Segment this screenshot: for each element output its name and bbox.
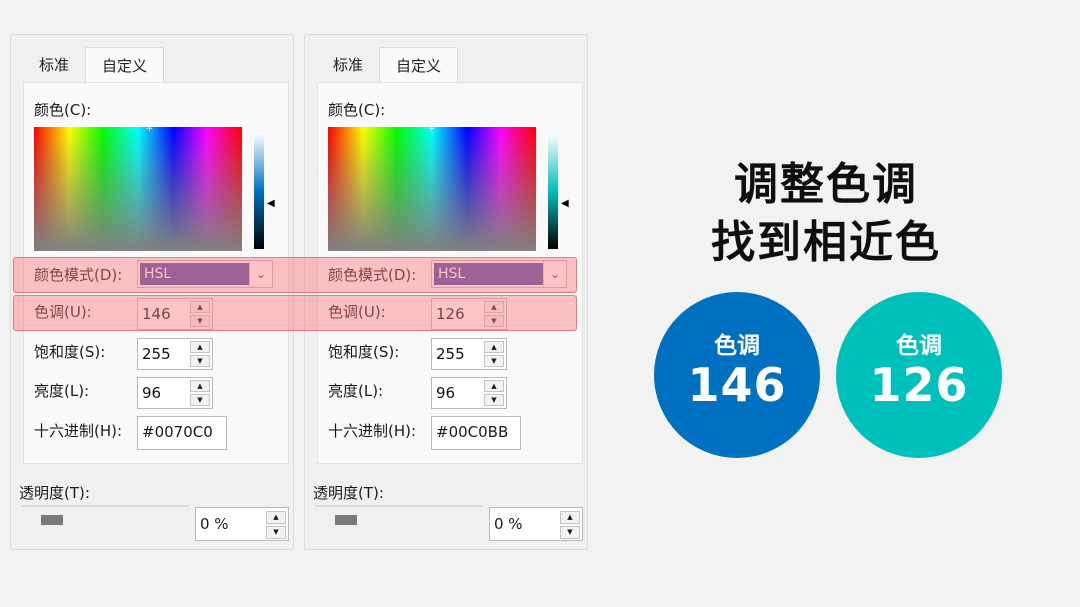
color-spectrum[interactable]: + — [328, 124, 536, 251]
transparency-slider-thumb[interactable] — [335, 515, 357, 525]
badge-value: 146 — [687, 358, 787, 412]
transparency-stepper[interactable]: 0 % ▲ ▼ — [195, 507, 289, 541]
transparency-slider-track[interactable] — [315, 505, 483, 507]
transparency-slider-thumb[interactable] — [41, 515, 63, 525]
tab-custom[interactable]: 自定义 — [85, 47, 165, 83]
crosshair-icon: + — [427, 124, 436, 134]
luminance-label: 亮度(L): — [328, 382, 384, 400]
saturation-value: 255 — [142, 345, 171, 363]
transparency-slider-track[interactable] — [21, 505, 189, 507]
spin-down-icon[interactable]: ▼ — [190, 355, 210, 367]
saturation-stepper[interactable]: 255 ▲ ▼ — [137, 338, 213, 370]
crosshair-icon: + — [145, 124, 154, 134]
highlight-color-mode-row — [13, 257, 577, 293]
luminance-arrow-icon[interactable]: ◀ — [561, 198, 569, 209]
luminance-label: 亮度(L): — [34, 382, 90, 400]
tab-bar: 标准 自定义 — [317, 47, 459, 83]
transparency-value: 0 % — [494, 515, 523, 533]
tab-custom[interactable]: 自定义 — [379, 47, 459, 83]
transparency-value: 0 % — [200, 515, 229, 533]
colors-label: 颜色(C): — [328, 101, 386, 119]
saturation-stepper[interactable]: 255 ▲ ▼ — [431, 338, 507, 370]
spin-up-icon[interactable]: ▲ — [560, 511, 580, 524]
spin-up-icon[interactable]: ▲ — [266, 511, 286, 524]
spin-up-icon[interactable]: ▲ — [484, 341, 504, 353]
luminance-stepper[interactable]: 96 ▲ ▼ — [137, 377, 213, 409]
tab-bar: 标准 自定义 — [23, 47, 165, 83]
spin-down-icon[interactable]: ▼ — [484, 394, 504, 406]
luminance-stepper[interactable]: 96 ▲ ▼ — [431, 377, 507, 409]
spin-down-icon[interactable]: ▼ — [560, 526, 580, 539]
headline-line-1: 调整色调 — [734, 159, 918, 210]
hex-label: 十六进制(H): — [328, 422, 417, 440]
spin-down-icon[interactable]: ▼ — [190, 394, 210, 406]
luminance-value: 96 — [142, 384, 162, 402]
hex-label: 十六进制(H): — [34, 422, 123, 440]
saturation-value: 255 — [436, 345, 465, 363]
luminance-value: 96 — [436, 384, 456, 402]
spin-down-icon[interactable]: ▼ — [266, 526, 286, 539]
hue-badge-126: 色调 126 — [836, 292, 1002, 458]
badge-label: 色调 — [714, 333, 760, 359]
spin-up-icon[interactable]: ▲ — [190, 341, 210, 353]
luminance-arrow-icon[interactable]: ◀ — [267, 198, 275, 209]
hue-badge-146: 色调 146 — [654, 292, 820, 458]
badge-label: 色调 — [896, 333, 942, 359]
hex-input[interactable]: #0070C0 — [137, 416, 227, 450]
highlight-hue-row — [13, 295, 577, 331]
transparency-label: 透明度(T): — [313, 484, 384, 502]
tab-standard[interactable]: 标准 — [317, 47, 379, 81]
tab-standard[interactable]: 标准 — [23, 47, 85, 81]
luminance-bar[interactable] — [254, 133, 264, 249]
saturation-label: 饱和度(S): — [328, 343, 400, 361]
transparency-stepper[interactable]: 0 % ▲ ▼ — [489, 507, 583, 541]
headline-line-2: 找到相近色 — [711, 217, 941, 268]
color-spectrum[interactable]: + — [34, 124, 242, 251]
luminance-bar[interactable] — [548, 133, 558, 249]
saturation-label: 饱和度(S): — [34, 343, 106, 361]
transparency-label: 透明度(T): — [19, 484, 90, 502]
colors-label: 颜色(C): — [34, 101, 92, 119]
hex-input[interactable]: #00C0BB — [431, 416, 521, 450]
spin-down-icon[interactable]: ▼ — [484, 355, 504, 367]
spin-up-icon[interactable]: ▲ — [484, 380, 504, 392]
badge-value: 126 — [869, 358, 969, 412]
spin-up-icon[interactable]: ▲ — [190, 380, 210, 392]
